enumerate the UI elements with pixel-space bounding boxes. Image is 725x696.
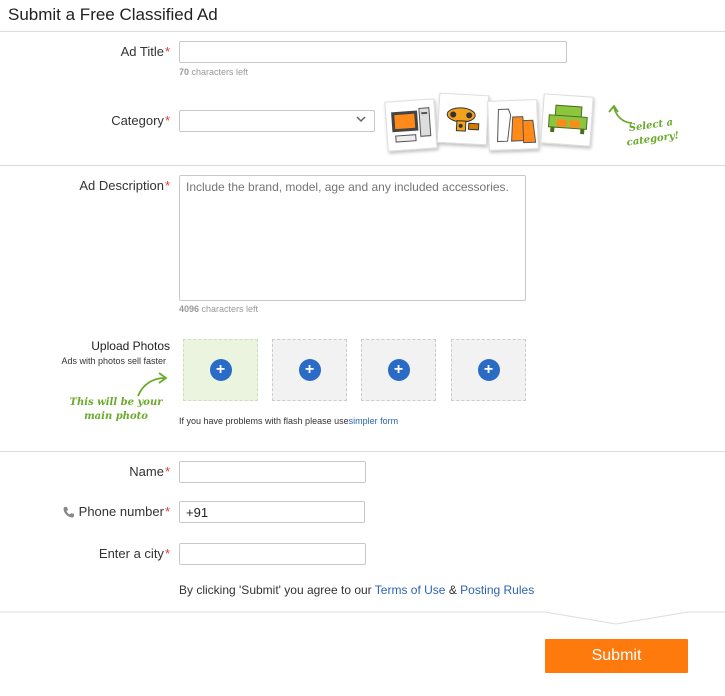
photo-slot-main[interactable]: + (183, 339, 258, 401)
ad-title-input[interactable] (179, 41, 567, 63)
upload-photos-label: Upload Photos (91, 339, 170, 353)
add-photo-icon[interactable]: + (298, 359, 321, 381)
city-input[interactable] (179, 543, 366, 565)
submit-button[interactable]: Submit (545, 639, 688, 673)
toy-icon (436, 92, 490, 146)
photo-slot[interactable]: + (451, 339, 526, 401)
chevron-down-icon (356, 116, 366, 123)
phone-icon (63, 507, 74, 518)
arrow-icon (137, 372, 168, 397)
description-chars-left: 4096 characters left (179, 304, 259, 314)
ad-title-chars-left: 70 characters left (179, 67, 249, 77)
description-textarea[interactable] (179, 175, 526, 301)
simpler-form-link[interactable]: simpler form (349, 416, 399, 426)
footer-divider (0, 611, 725, 625)
city-label: Enter a city* (98, 546, 170, 561)
page-title: Submit a Free Classified Ad (8, 5, 218, 24)
ad-title-label: Ad Title* (120, 44, 170, 59)
terms-text: By clicking 'Submit' you agree to our Te… (179, 583, 535, 597)
add-photo-icon[interactable]: + (477, 359, 500, 381)
category-select[interactable] (179, 110, 375, 132)
sofa-icon (540, 93, 594, 147)
posting-rules-link[interactable]: Posting Rules (460, 583, 534, 597)
divider-middle (0, 165, 725, 166)
photo-slot[interactable]: + (272, 339, 347, 401)
upload-photos-sublabel: Ads with photos sell faster (61, 356, 166, 366)
photo-slot[interactable]: + (361, 339, 436, 401)
category-illustrations (384, 92, 604, 156)
phone-label: Phone number* (0, 504, 170, 519)
phone-input[interactable] (179, 501, 365, 523)
flash-help-text: If you have problems with flash please u… (179, 416, 399, 426)
clothing-icon (487, 99, 539, 151)
name-input[interactable] (179, 461, 366, 483)
category-label: Category* (111, 113, 170, 128)
add-photo-icon[interactable]: + (209, 359, 232, 381)
main-photo-note: This will be your main photo (69, 397, 163, 422)
add-photo-icon[interactable]: + (387, 359, 410, 381)
divider-top (0, 31, 725, 32)
computer-icon (384, 98, 438, 152)
terms-of-use-link[interactable]: Terms of Use (375, 583, 446, 597)
divider-bottom (0, 451, 725, 452)
description-label: Ad Description* (79, 178, 170, 193)
name-label: Name* (129, 464, 170, 479)
